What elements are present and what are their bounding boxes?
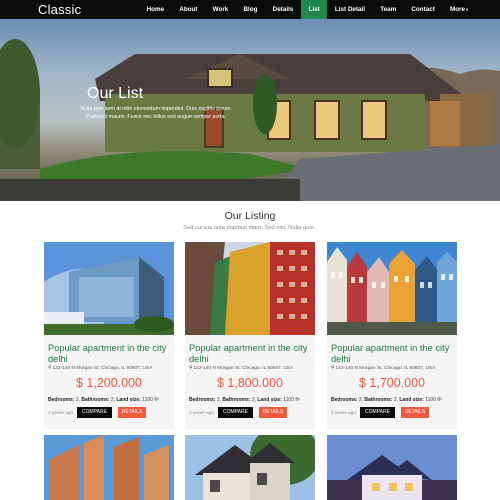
top-navbar: Classic Home About Work Blog Details Lis…	[0, 0, 500, 19]
nav-more-label: More	[450, 6, 466, 13]
nav-list[interactable]: List	[300, 0, 328, 19]
property-price: $ 1,700.000	[358, 376, 426, 390]
land-size-label: Land size:	[257, 397, 282, 403]
compare-button[interactable]: COMPARE	[77, 407, 112, 418]
property-price: $ 1,200.000	[75, 376, 143, 390]
bedrooms-value: 3	[358, 397, 362, 403]
land-size-value: 1100 ft²	[283, 397, 300, 403]
bathrooms-label: Bathrooms:	[81, 397, 110, 403]
property-title[interactable]: Popular apartment in the city delhi	[189, 343, 313, 364]
property-features: Bedrooms: 3, Bathrooms: 2, Land size: 11…	[331, 397, 442, 403]
address-text: 122-140 N Morgan St, Chicago, IL 60607, …	[193, 366, 294, 371]
nav-list-detail[interactable]: List Detail	[327, 0, 372, 19]
listing-card: Popular apartment in the city delhi ⚲122…	[44, 242, 174, 429]
property-image[interactable]	[327, 435, 457, 500]
nav-more[interactable]: More▾	[442, 0, 476, 19]
details-button[interactable]: DETAILS	[259, 407, 287, 418]
map-pin-icon: ⚲	[331, 366, 335, 371]
property-features: Bedrooms: 3, Bathrooms: 2, Land size: 11…	[189, 397, 300, 403]
property-address: ⚲122-140 N Morgan St, Chicago, IL 60607,…	[48, 366, 152, 371]
nav-contact[interactable]: Contact	[404, 0, 443, 19]
posted-time: 2 years ago	[48, 411, 74, 416]
listing-card: Popular apartment in the city delhi ⚲122…	[185, 242, 315, 429]
nav-work[interactable]: Work	[205, 0, 236, 19]
bedrooms-label: Bedrooms:	[48, 397, 75, 403]
land-size-value: 1100 ft²	[142, 397, 159, 403]
hero-house-image	[0, 39, 500, 201]
bedrooms-value: 3	[75, 397, 79, 403]
hero-title: Our List	[87, 85, 144, 102]
property-image[interactable]	[44, 242, 174, 335]
compare-button[interactable]: COMPARE	[218, 407, 253, 418]
nav-home[interactable]: Home	[139, 0, 172, 19]
address-text: 122-140 N Morgan St, Chicago, IL 60607, …	[335, 366, 436, 371]
listing-subtitle: Sed cursus ante dapibus diam. Sed nisi. …	[183, 225, 317, 231]
property-address: ⚲122-140 N Morgan St, Chicago, IL 60607,…	[331, 366, 435, 371]
bedrooms-label: Bedrooms:	[189, 397, 216, 403]
hero-description: Nulla quis sem at nibh elementum imperdi…	[80, 106, 232, 120]
property-title[interactable]: Popular apartment in the city delhi	[48, 343, 172, 364]
bedrooms-label: Bedrooms:	[331, 397, 358, 403]
property-title[interactable]: Popular apartment in the city delhi	[331, 343, 455, 364]
land-size-value: 1100 ft²	[425, 397, 442, 403]
bathrooms-label: Bathrooms:	[222, 397, 251, 403]
nav-team[interactable]: Team	[373, 0, 404, 19]
map-pin-icon: ⚲	[48, 366, 52, 371]
bathrooms-label: Bathrooms:	[364, 397, 393, 403]
posted-time: 2 years ago	[189, 411, 215, 416]
hero-banner: Our List Nulla quis sem at nibh elementu…	[0, 19, 500, 201]
address-text: 122-140 N Morgan St, Chicago, IL 60607, …	[52, 366, 153, 371]
property-image[interactable]	[185, 242, 315, 335]
posted-time: 2 years ago	[331, 411, 357, 416]
bathrooms-value: 2	[251, 397, 255, 403]
main-menu: Home About Work Blog Details List List D…	[139, 0, 476, 19]
land-size-label: Land size:	[116, 397, 141, 403]
property-image[interactable]	[327, 242, 457, 335]
bedrooms-value: 3	[216, 397, 220, 403]
property-address: ⚲122-140 N Morgan St, Chicago, IL 60607,…	[189, 366, 293, 371]
listing-title: Our Listing	[224, 210, 276, 222]
property-features: Bedrooms: 3, Bathrooms: 2, Land size: 11…	[48, 397, 159, 403]
details-button[interactable]: DETAILS	[118, 407, 146, 418]
nav-about[interactable]: About	[172, 0, 205, 19]
details-button[interactable]: DETAILS	[401, 407, 429, 418]
nav-blog[interactable]: Blog	[236, 0, 265, 19]
bathrooms-value: 2	[393, 397, 397, 403]
property-image[interactable]	[44, 435, 174, 500]
site-logo[interactable]: Classic	[38, 2, 81, 17]
property-price: $ 1,800.000	[216, 376, 284, 390]
bathrooms-value: 2	[110, 397, 114, 403]
property-image[interactable]	[185, 435, 315, 500]
nav-details[interactable]: Details	[265, 0, 301, 19]
compare-button[interactable]: COMPARE	[360, 407, 395, 418]
listing-card: Popular apartment in the city delhi ⚲122…	[327, 242, 457, 429]
land-size-label: Land size:	[399, 397, 424, 403]
chevron-down-icon: ▾	[466, 7, 469, 12]
map-pin-icon: ⚲	[189, 366, 193, 371]
